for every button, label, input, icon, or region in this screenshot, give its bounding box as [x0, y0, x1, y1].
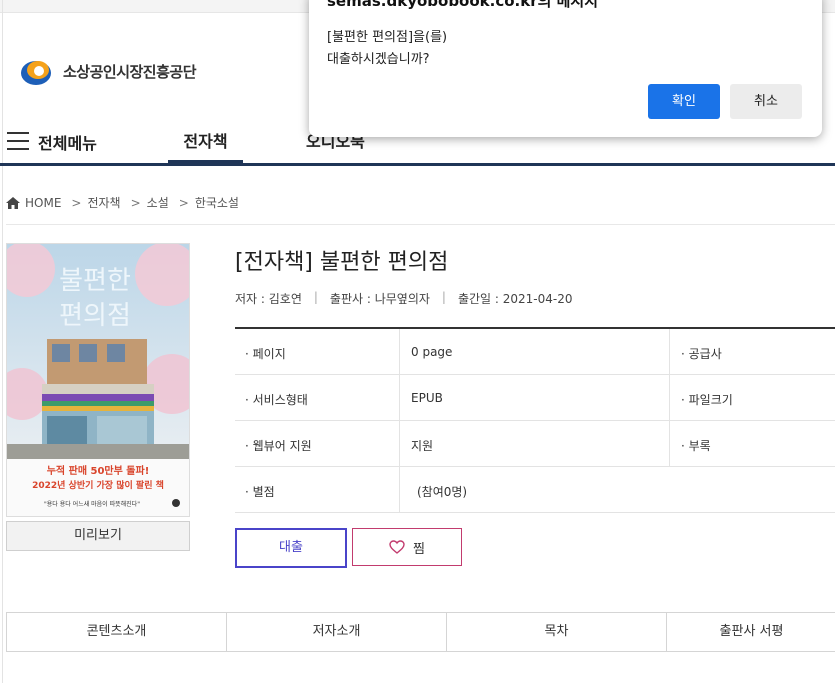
info-label: · 서비스형태 — [245, 393, 308, 407]
breadcrumb: HOME > 전자책 > 소설 > 한국소설 — [6, 194, 239, 211]
breadcrumb-korean-novel[interactable]: 한국소설 — [195, 194, 239, 211]
info-row-service: · 서비스형태 EPUB · 파일크기 — [235, 375, 835, 421]
rating-participants: (참여0명) — [417, 485, 468, 499]
dialog-title: semas.dkyobobook.co.kr의 메시지 — [327, 0, 599, 10]
info-label: · 웹뷰어 지원 — [245, 439, 312, 453]
info-value: 0 page — [411, 345, 453, 359]
home-icon — [6, 196, 20, 209]
info-row-webviewer: · 웹뷰어 지원 지원 · 부록 — [235, 421, 835, 467]
info-value: 지원 — [411, 439, 434, 453]
book-author: 저자 : 김호연 — [235, 292, 302, 306]
tab-content-intro[interactable]: 콘텐츠소개 — [7, 613, 227, 651]
dialog-cancel-button[interactable]: 취소 — [730, 84, 802, 119]
cover-promo-line1: 누적 판매 50만부 돌파! — [47, 464, 150, 477]
menu-icon[interactable] — [7, 132, 29, 150]
info-row-page: · 페이지 0 page · 공급사 — [235, 329, 835, 375]
book-pub-date: 출간일 : 2021-04-20 — [457, 292, 573, 306]
info-label-secondary: · 부록 — [681, 439, 711, 453]
heart-icon — [389, 540, 405, 554]
page-left-border — [2, 0, 3, 683]
tab-ebook[interactable]: 전자책 — [168, 128, 243, 152]
cover-promo-line3: "용다 용다 어느새 마음이 따뜻해진다" — [44, 500, 140, 508]
book-title: [전자책] 불편한 편의점 — [235, 250, 449, 275]
breadcrumb-novel[interactable]: 소설 — [147, 194, 169, 211]
dialog-ok-button[interactable]: 확인 — [648, 84, 720, 119]
cover-promo-line2: 2022년 상반기 가장 많이 팔린 책 — [32, 479, 164, 491]
wish-button[interactable]: 찜 — [352, 528, 462, 566]
breadcrumb-ebook[interactable]: 전자책 — [87, 194, 120, 211]
book-info-table: · 페이지 0 page · 공급사 · 서비스형태 EPUB · 파일크기 ·… — [235, 327, 835, 513]
wish-label: 찜 — [413, 541, 425, 557]
info-label-secondary: · 파일크기 — [681, 393, 733, 407]
info-label: · 페이지 — [245, 347, 286, 361]
svg-text:편의점: 편의점 — [59, 301, 131, 331]
preview-button[interactable]: 미리보기 — [6, 521, 190, 551]
borrow-button[interactable]: 대출 — [235, 528, 347, 568]
dialog-message-line1: [불편한 편의점]을(를) — [327, 30, 448, 45]
tab-publisher-review[interactable]: 출판사 서평 — [667, 613, 835, 651]
breadcrumb-divider — [6, 224, 835, 225]
info-label-secondary: · 공급사 — [681, 347, 722, 361]
info-row-rating: · 별점 (참여0명) — [235, 467, 835, 513]
tab-toc[interactable]: 목차 — [447, 613, 667, 651]
detail-tabs: 콘텐츠소개 저자소개 목차 출판사 서평 — [6, 612, 835, 652]
book-meta: 저자 : 김호연 | 출판사 : 나무옆의자 | 출간일 : 2021-04-2… — [235, 290, 573, 306]
all-menu-button[interactable]: 전체메뉴 — [38, 130, 97, 154]
svg-text:불편한: 불편한 — [59, 266, 131, 296]
book-cover[interactable]: 불편한 편의점 누적 판매 50만부 돌파! 2022년 상반기 가장 많이 팔… — [6, 243, 190, 517]
site-logo[interactable]: 소상공인시장진흥공단 — [19, 56, 197, 86]
tab-author-intro[interactable]: 저자소개 — [227, 613, 447, 651]
nav-divider — [0, 163, 835, 166]
logo-icon — [19, 56, 55, 86]
breadcrumb-home[interactable]: HOME — [25, 196, 61, 210]
confirm-dialog: semas.dkyobobook.co.kr의 메시지 [불편한 편의점]을(를… — [309, 0, 822, 137]
book-publisher: 출판사 : 나무옆의자 — [329, 292, 430, 306]
info-label: · 별점 — [245, 485, 275, 499]
dialog-message-line2: 대출하시겠습니까? — [327, 52, 430, 67]
org-name: 소상공인시장진흥공단 — [63, 62, 197, 81]
info-value: EPUB — [411, 391, 443, 405]
